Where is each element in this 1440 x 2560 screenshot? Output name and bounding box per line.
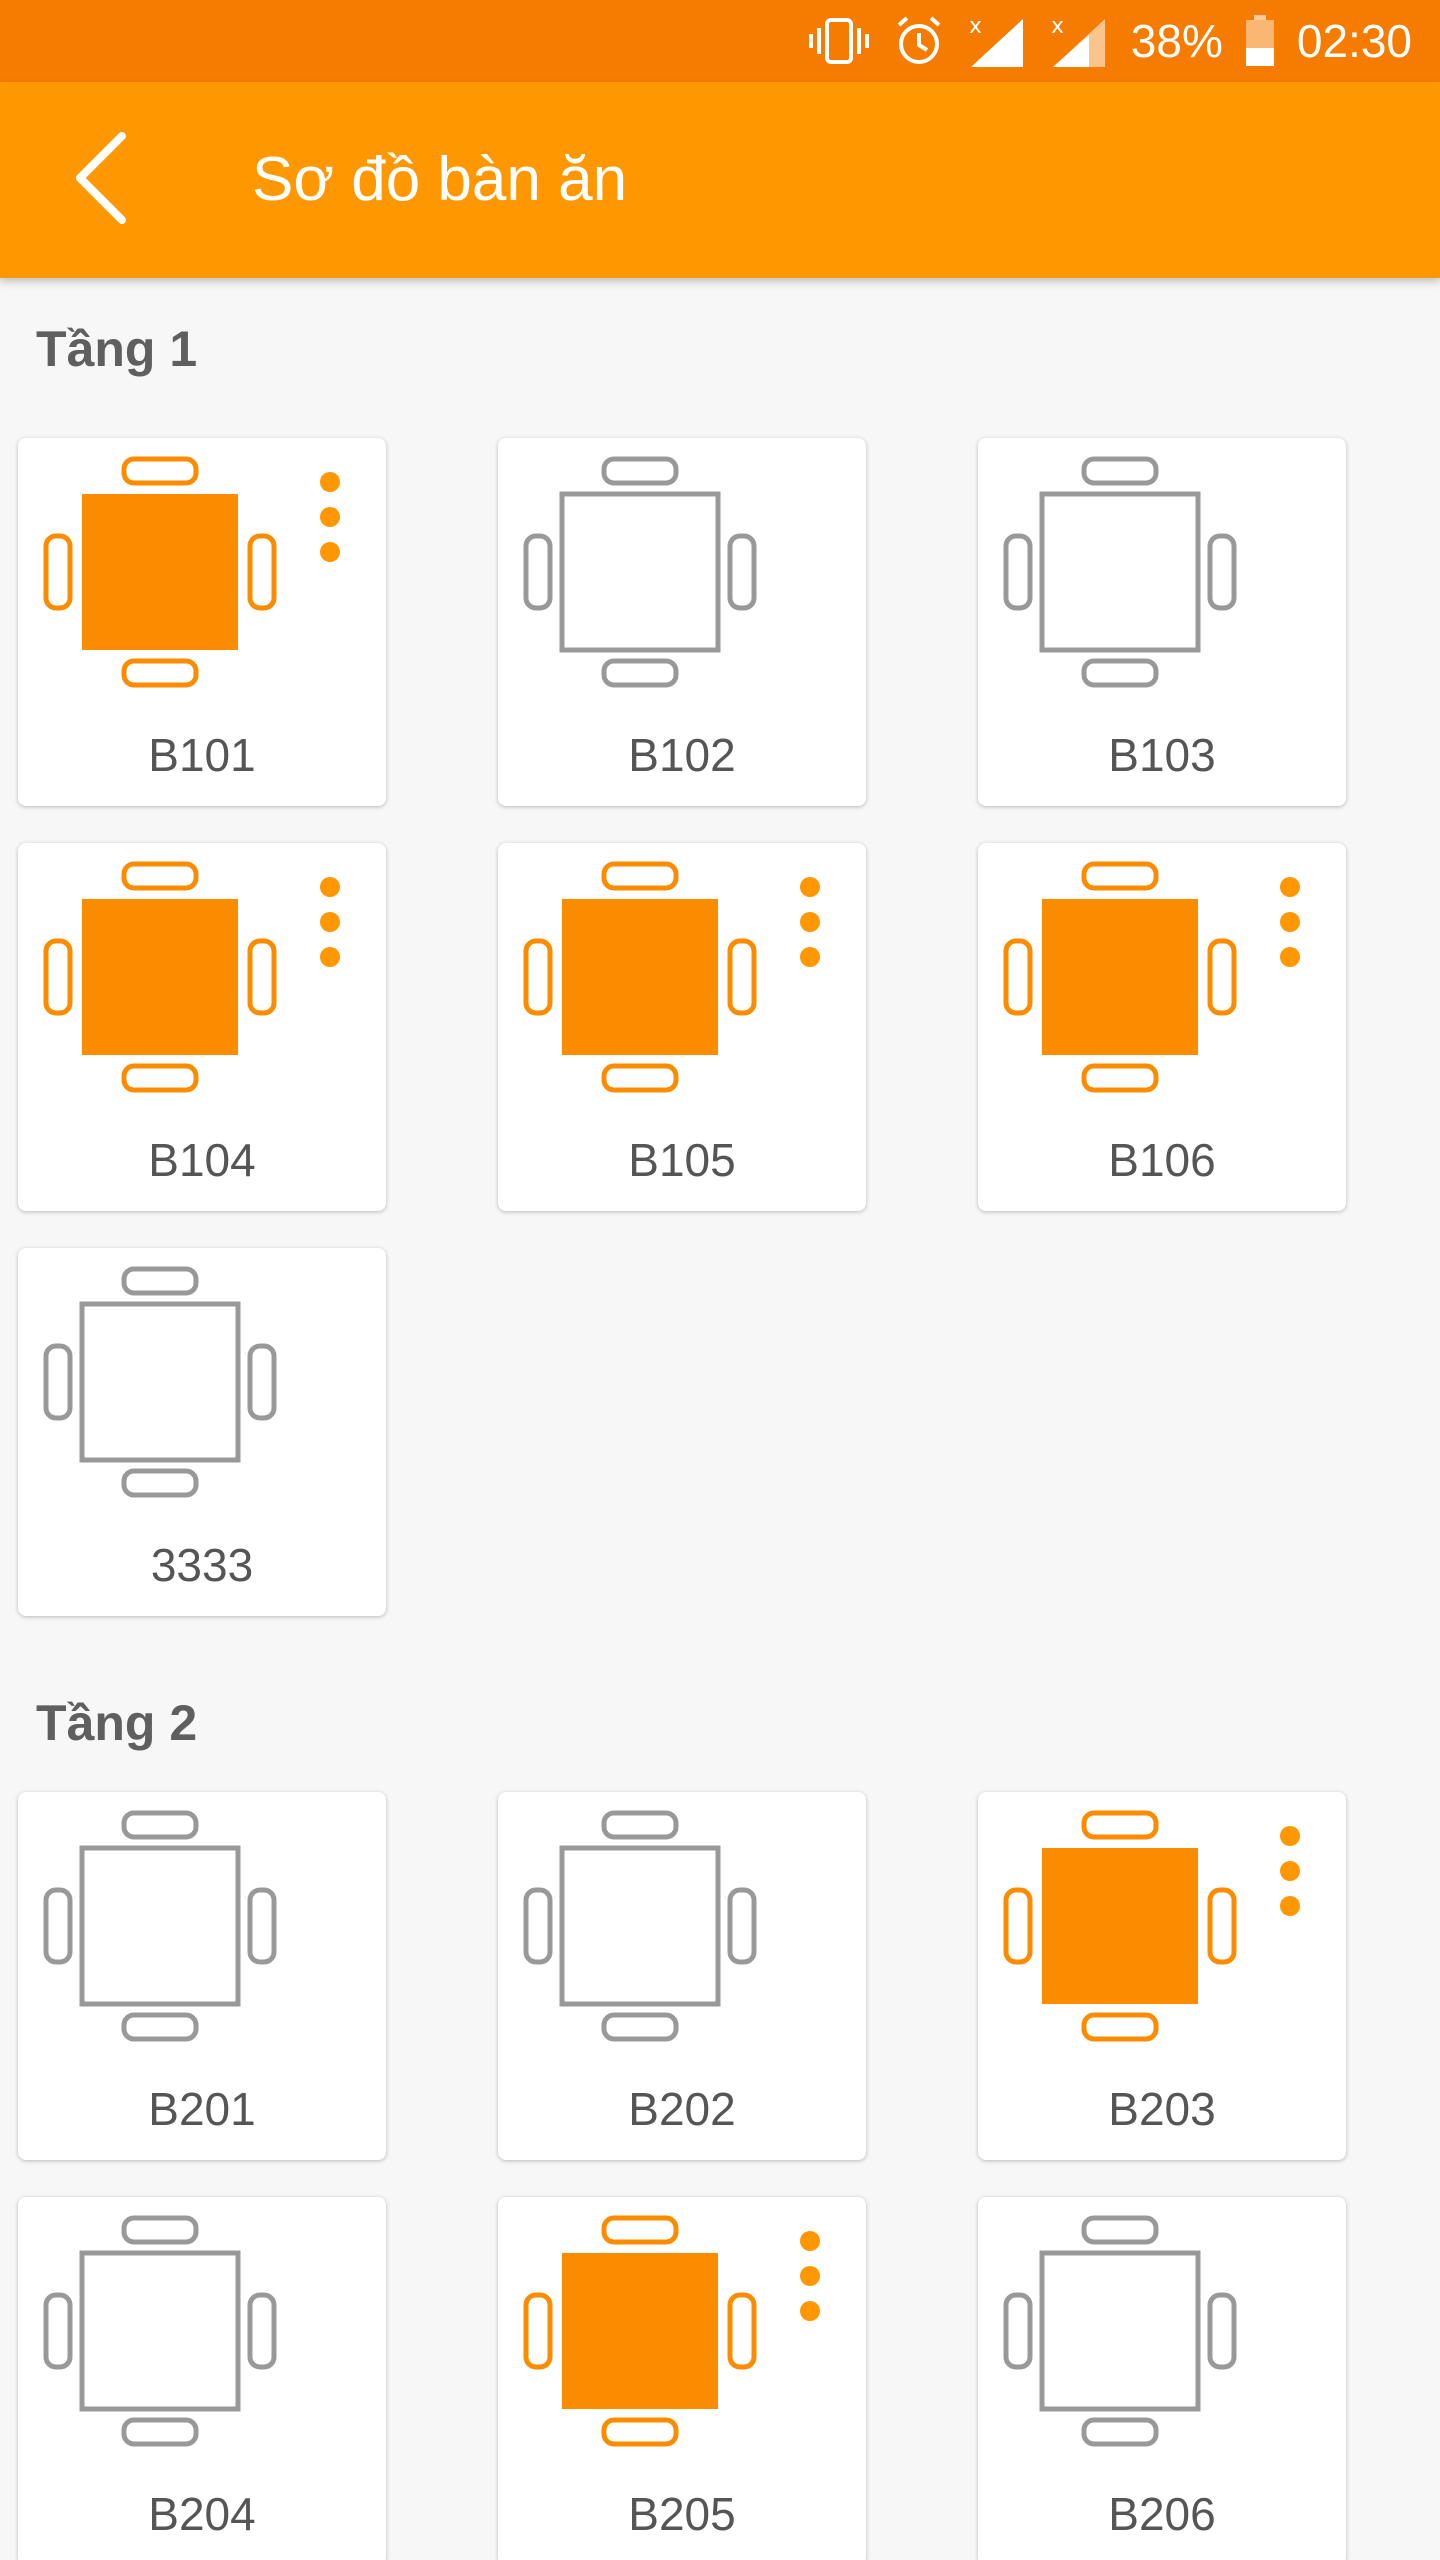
table-label: B205: [628, 2488, 736, 2540]
occupied-table-icon: [42, 859, 282, 1099]
empty-table-icon: [1002, 454, 1242, 694]
table-card-b104[interactable]: B104: [18, 843, 386, 1211]
table-card-b206[interactable]: B206: [978, 2197, 1346, 2560]
empty-table-icon: [1002, 2213, 1242, 2453]
occupied-table-icon: [522, 859, 762, 1099]
status-bar: x x 38% 02:30: [0, 0, 1440, 82]
table-card-3333[interactable]: 3333: [18, 1248, 386, 1616]
table-card-b106[interactable]: B106: [978, 843, 1346, 1211]
empty-table-icon: [522, 1808, 762, 2048]
more-vert-icon[interactable]: [306, 877, 354, 967]
alarm-icon: [893, 15, 945, 67]
occupied-table-icon: [1002, 1808, 1242, 2048]
more-vert-icon[interactable]: [306, 472, 354, 562]
table-label: B103: [1108, 729, 1216, 781]
table-card-b205[interactable]: B205: [498, 2197, 866, 2560]
table-label: B201: [148, 2083, 256, 2135]
table-card-b102[interactable]: B102: [498, 438, 866, 806]
table-card-b101[interactable]: B101: [18, 438, 386, 806]
more-vert-icon[interactable]: [786, 877, 834, 967]
table-label: B101: [148, 729, 256, 781]
table-card-b204[interactable]: B204: [18, 2197, 386, 2560]
table-card-b202[interactable]: B202: [498, 1792, 866, 2160]
status-icons: x x 38% 02:30: [807, 0, 1412, 82]
table-label: B206: [1108, 2488, 1216, 2540]
table-label: B202: [628, 2083, 736, 2135]
svg-text:x: x: [1051, 14, 1064, 39]
table-label: 3333: [150, 1539, 254, 1591]
floor-title: Tầng 1: [36, 321, 198, 377]
battery-icon: [1245, 15, 1275, 67]
page-title: Sơ đồ bàn ăn: [252, 145, 628, 214]
table-card-b105[interactable]: B105: [498, 843, 866, 1211]
floor-title: Tầng 2: [36, 1695, 198, 1751]
table-label: B204: [148, 2488, 256, 2540]
table-label: B203: [1108, 2083, 1216, 2135]
occupied-table-icon: [42, 454, 282, 694]
table-label: B106: [1108, 1134, 1216, 1186]
table-label: B104: [148, 1134, 256, 1186]
clock: 02:30: [1296, 15, 1412, 67]
vibrate-icon: [807, 16, 871, 66]
occupied-table-icon: [522, 2213, 762, 2453]
back-button[interactable]: [40, 120, 160, 240]
app-bar: Sơ đồ bàn ăn: [0, 82, 1440, 278]
empty-table-icon: [522, 454, 762, 694]
table-card-b201[interactable]: B201: [18, 1792, 386, 2160]
battery-percent: 38%: [1130, 15, 1223, 67]
more-vert-icon[interactable]: [1266, 1826, 1314, 1916]
table-label: B102: [628, 729, 736, 781]
occupied-table-icon: [1002, 859, 1242, 1099]
table-map[interactable]: Tầng 1 B101 B102 B103 B104 B105 B106 3333 Tầng 2…: [0, 278, 1440, 2560]
more-vert-icon[interactable]: [786, 2231, 834, 2321]
table-card-b203[interactable]: B203: [978, 1792, 1346, 2160]
signal-icon: x: [967, 13, 1027, 69]
table-card-b103[interactable]: B103: [978, 438, 1346, 806]
table-label: B105: [628, 1134, 736, 1186]
empty-table-icon: [42, 1264, 282, 1504]
more-vert-icon[interactable]: [1266, 877, 1314, 967]
signal-icon: x: [1049, 13, 1109, 69]
empty-table-icon: [42, 1808, 282, 2048]
empty-table-icon: [42, 2213, 282, 2453]
chevron-left-icon: [70, 130, 130, 231]
svg-text:x: x: [969, 14, 982, 39]
